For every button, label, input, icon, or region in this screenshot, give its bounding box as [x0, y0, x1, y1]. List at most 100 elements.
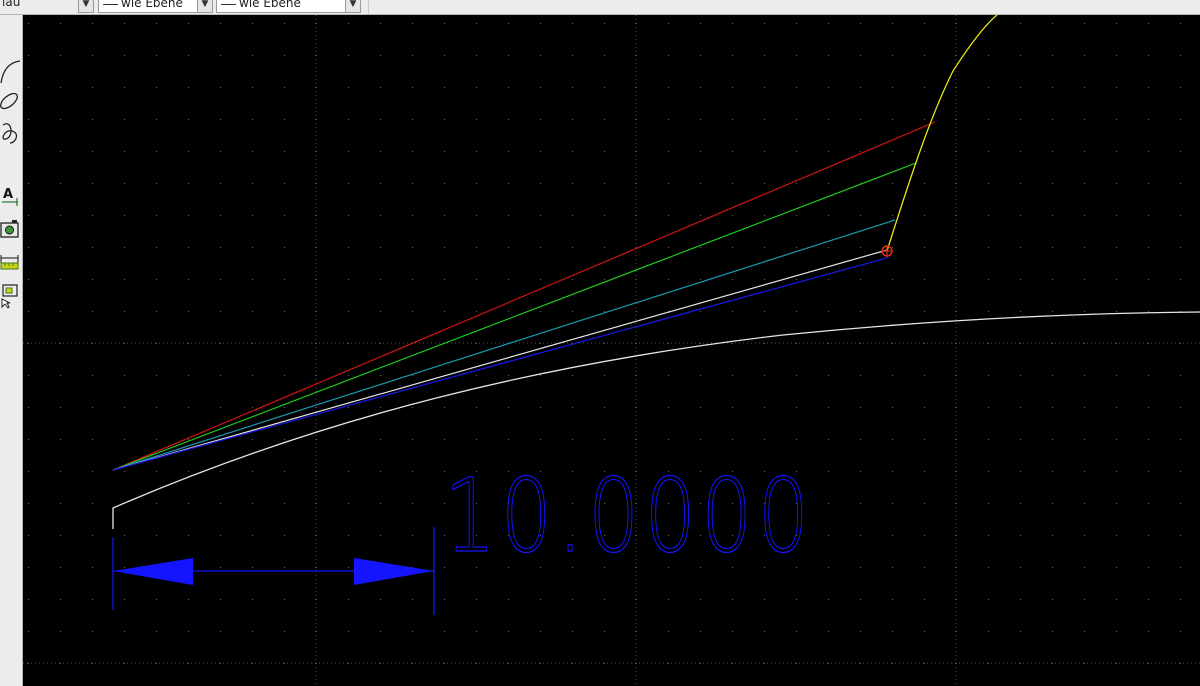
- grid-dot: [1052, 119, 1053, 120]
- grid-dot: [1084, 87, 1085, 88]
- grid-dot: [764, 23, 765, 24]
- grid-dot: [892, 23, 893, 24]
- grid-dot: [252, 375, 253, 376]
- grid-dot: [732, 375, 733, 376]
- grid-dot: [892, 375, 893, 376]
- grid-dot: [1020, 87, 1021, 88]
- grid-dot: [1020, 375, 1021, 376]
- grid-dot: [28, 183, 29, 184]
- grid-dot: [348, 375, 349, 376]
- grid-dot: [860, 471, 861, 472]
- grid-dot: [1020, 631, 1021, 632]
- grid-dot: [60, 279, 61, 280]
- grid-dot: [924, 183, 925, 184]
- grid-dot: [540, 87, 541, 88]
- grid-dot: [28, 631, 29, 632]
- grid-dot: [1148, 631, 1149, 632]
- block-tool-button[interactable]: [0, 279, 20, 309]
- grid-dot: [348, 23, 349, 24]
- grid-dot: [828, 503, 829, 504]
- grid-dot: [412, 87, 413, 88]
- grid-dot: [444, 55, 445, 56]
- grid-dot: [892, 663, 893, 664]
- grid-dot: [988, 151, 989, 152]
- grid-dot: [1180, 23, 1181, 24]
- grid-dot: [988, 663, 989, 664]
- grid-dot: [828, 23, 829, 24]
- grid-dot: [1052, 23, 1053, 24]
- line-width-dropdown-arrow[interactable]: ▼: [345, 0, 361, 13]
- grid-dot: [860, 375, 861, 376]
- arc-tool-button[interactable]: [0, 57, 20, 87]
- grid-dot: [1084, 503, 1085, 504]
- red-line[interactable]: [112, 121, 936, 471]
- snap-marker[interactable]: [881, 245, 893, 257]
- grid-dot: [700, 631, 701, 632]
- image-tool-button[interactable]: [0, 215, 20, 245]
- dimension-arrow-right: [354, 558, 434, 585]
- grid-dot: [380, 471, 381, 472]
- grid-dot: [476, 119, 477, 120]
- drawing-canvas[interactable]: 10.0000: [23, 15, 1200, 686]
- toolbar-separator: [368, 0, 369, 14]
- grid-dot: [124, 599, 125, 600]
- line-width-select[interactable]: wie Ebene: [216, 0, 346, 13]
- grid-dot: [188, 183, 189, 184]
- grid-dot: [828, 439, 829, 440]
- grid-dot: [828, 407, 829, 408]
- grid-dot: [828, 663, 829, 664]
- grid-dot: [796, 151, 797, 152]
- grid-dot: [764, 631, 765, 632]
- blue-line[interactable]: [112, 257, 888, 471]
- grid-dot: [1180, 407, 1181, 408]
- dimension-tool-button[interactable]: [0, 247, 20, 277]
- block-icon: [1, 284, 18, 309]
- grid-dot: [860, 119, 861, 120]
- grid-dot: [476, 311, 477, 312]
- grid-dot: [380, 183, 381, 184]
- line-width-swatch: [221, 4, 236, 5]
- spline-tool-button[interactable]: [0, 117, 20, 147]
- grid-dot: [604, 87, 605, 88]
- grid-dot: [1116, 631, 1117, 632]
- grid-dot: [1052, 599, 1053, 600]
- line-type-select[interactable]: wie Ebene: [98, 0, 198, 13]
- line-type-dropdown-arrow[interactable]: ▼: [197, 0, 213, 13]
- grid-dot: [380, 375, 381, 376]
- grid-dot: [92, 279, 93, 280]
- grid-dot: [220, 247, 221, 248]
- text-tool-button[interactable]: A: [0, 183, 20, 213]
- grid-dot: [284, 631, 285, 632]
- grid-dot: [60, 247, 61, 248]
- grid-dot: [508, 87, 509, 88]
- grid-dot: [860, 663, 861, 664]
- green-line[interactable]: [112, 162, 917, 471]
- grid-dot: [668, 631, 669, 632]
- grid-dot: [1052, 87, 1053, 88]
- grid-dot: [668, 119, 669, 120]
- grid-dot: [988, 439, 989, 440]
- dimension[interactable]: 10.0000: [112, 456, 814, 615]
- grid-dot: [540, 631, 541, 632]
- grid-dot: [924, 87, 925, 88]
- grid-dot: [188, 439, 189, 440]
- layer-select-label[interactable]: lau: [2, 0, 20, 9]
- grid-dot: [252, 439, 253, 440]
- yellow-curve[interactable]: [886, 15, 998, 252]
- grid-dot: [60, 407, 61, 408]
- grid-dot: [252, 407, 253, 408]
- drawing-svg[interactable]: 10.0000: [23, 15, 1200, 686]
- grid-dot: [1052, 343, 1053, 344]
- grid-dot: [796, 439, 797, 440]
- cyan-line[interactable]: [112, 219, 896, 471]
- layer-dropdown-arrow[interactable]: ▼: [78, 0, 94, 13]
- white-line[interactable]: [112, 249, 888, 471]
- grid-dot: [348, 151, 349, 152]
- grid-dot: [764, 247, 765, 248]
- grid-dot: [252, 503, 253, 504]
- grid-dot: [828, 55, 829, 56]
- grid-dot: [860, 407, 861, 408]
- ellipse-tool-button[interactable]: [0, 87, 20, 117]
- grid-dot: [860, 247, 861, 248]
- grid-dot: [988, 311, 989, 312]
